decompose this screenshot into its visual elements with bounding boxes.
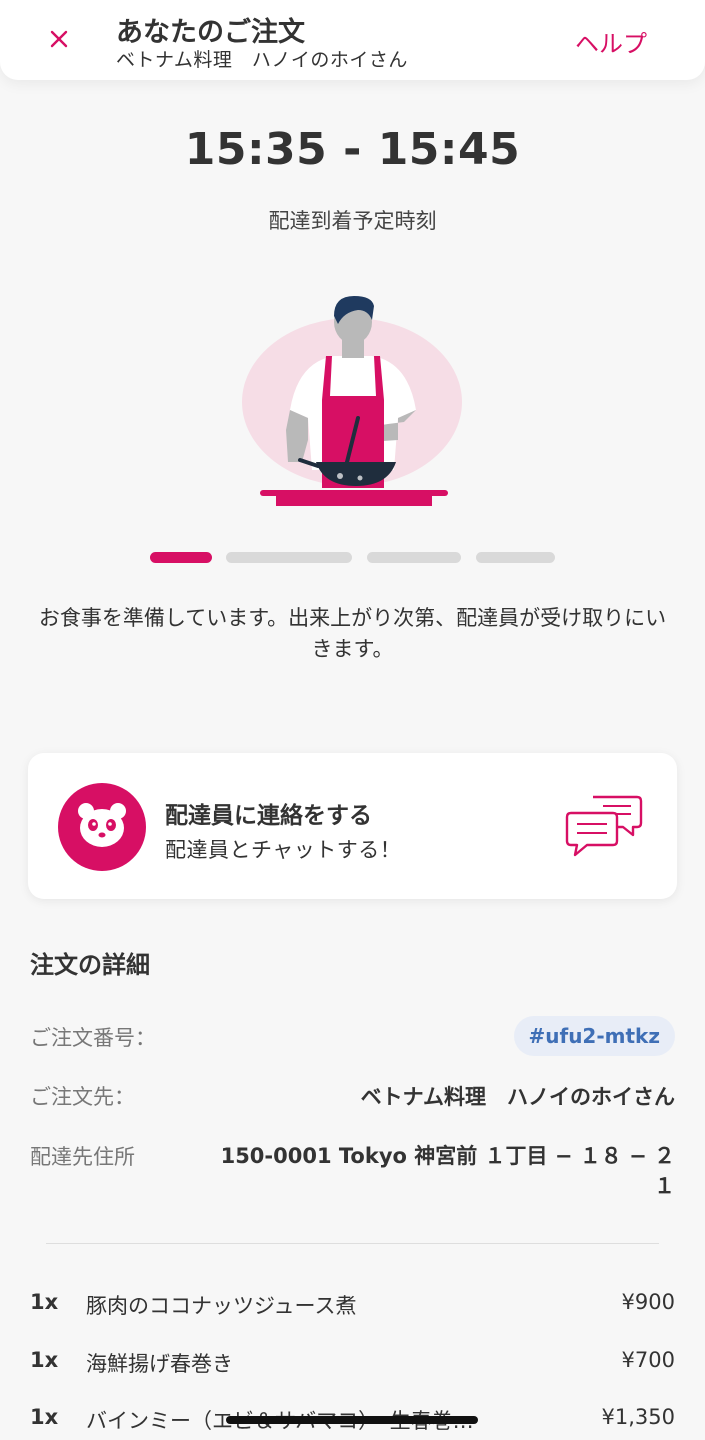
item-name: 豚肉のココナッツジュース煮 (86, 1294, 357, 1318)
home-indicator[interactable] (226, 1416, 478, 1424)
item-price: ¥700 (621, 1348, 675, 1372)
help-link[interactable]: ヘルプ (575, 24, 647, 59)
delivery-time-label: 配達到着予定時刻 (268, 209, 437, 233)
restaurant-label: ご注文先： (30, 1085, 135, 1109)
progress-step-2 (226, 552, 352, 563)
item-price: ¥900 (621, 1290, 675, 1314)
contact-courier-title: 配達員に連絡をする (165, 803, 372, 829)
address-value: 150-0001 Tokyo 神宮前 １丁目 − １８ − ２１ (220, 1144, 675, 1198)
item-quantity: 1x (30, 1348, 59, 1372)
restaurant-value: ベトナム料理 ハノイのホイさん (360, 1085, 675, 1109)
progress-step-3 (367, 552, 461, 563)
panda-icon (58, 783, 146, 871)
address-label: 配達先住所 (30, 1145, 135, 1169)
chef-cooking-illustration (242, 296, 462, 506)
item-price: ¥1,350 (601, 1405, 675, 1429)
page-title: あなたのご注文 (116, 17, 305, 48)
item-name: 海鮮揚げ春巻き (86, 1352, 233, 1376)
delivery-time-range: 15:35 - 15:45 (184, 124, 521, 175)
order-number-badge: #ufu2-mtkz (513, 1016, 675, 1056)
chat-bubbles-icon[interactable] (565, 793, 643, 859)
order-status-message: お食事を準備しています。出来上がり次第、配達員が受け取りにいきます。 (38, 606, 667, 661)
restaurant-subtitle: ベトナム料理 ハノイのホイさん (116, 49, 408, 71)
close-icon[interactable] (44, 24, 74, 54)
progress-step-4 (476, 552, 555, 563)
divider (46, 1243, 659, 1244)
order-number-label: ご注文番号： (30, 1026, 156, 1050)
contact-courier-subtitle: 配達員とチャットする！ (165, 838, 402, 862)
contact-courier-card[interactable]: 配達員に連絡をする 配達員とチャットする！ (28, 753, 677, 899)
top-header: あなたのご注文 ベトナム料理 ハノイのホイさん ヘルプ (0, 0, 705, 80)
item-quantity: 1x (30, 1405, 59, 1429)
item-quantity: 1x (30, 1290, 59, 1314)
order-details-title: 注文の詳細 (30, 951, 150, 979)
progress-step-1 (150, 552, 212, 563)
